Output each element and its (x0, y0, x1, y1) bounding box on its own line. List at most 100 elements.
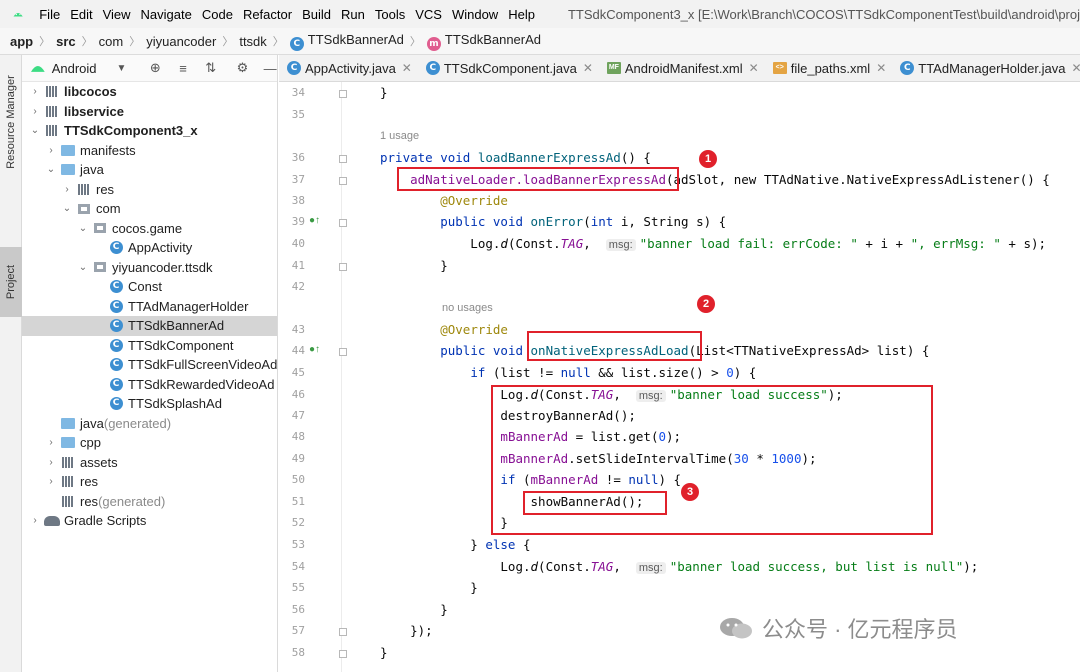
chevron-right-icon[interactable]: › (44, 457, 58, 468)
tree-item[interactable]: C TTSdkRewardedVideoAd (22, 375, 277, 395)
tab-androidmanifest[interactable]: MF AndroidManifest.xml ✕ (599, 55, 765, 81)
menu-navigate[interactable]: Navigate (136, 7, 197, 22)
tab-appactivity[interactable]: C AppActivity.java ✕ (279, 55, 418, 81)
collapse-all-icon[interactable]: ⇅ (204, 60, 218, 76)
fold-marker-icon[interactable] (339, 628, 347, 636)
chevron-right-icon[interactable]: › (44, 476, 58, 487)
breadcrumb-method[interactable]: m TTSdkBannerAd (426, 31, 542, 51)
override-marker-icon[interactable]: ●↑ (309, 344, 320, 355)
code-line: } (380, 645, 388, 660)
android-studio-logo-icon (13, 12, 23, 17)
chevron-down-icon[interactable]: ⌄ (76, 223, 90, 234)
tree-item[interactable]: › libservice (22, 102, 277, 122)
tree-item[interactable]: › res (22, 472, 277, 492)
menu-tools[interactable]: Tools (370, 7, 410, 22)
fold-marker-icon[interactable] (339, 263, 347, 271)
chevron-right-icon[interactable]: › (44, 145, 58, 156)
locate-icon[interactable]: ⊕ (148, 60, 162, 76)
tree-item[interactable]: ⌄ com (22, 199, 277, 219)
tree-item[interactable]: › Gradle Scripts (22, 511, 277, 531)
close-icon[interactable]: ✕ (583, 61, 593, 75)
highlight-box-1 (397, 167, 679, 191)
tree-item[interactable]: C TTSdkFullScreenVideoAd (22, 355, 278, 375)
breadcrumb-yiyuancoder[interactable]: yiyuancoder (146, 34, 216, 49)
expand-all-icon[interactable]: ≡ (176, 61, 190, 76)
tree-item[interactable]: › cpp (22, 433, 277, 453)
close-icon[interactable]: ✕ (402, 61, 412, 75)
chevron-right-icon[interactable]: › (44, 437, 58, 448)
menu-refactor[interactable]: Refactor (238, 7, 297, 22)
fold-marker-icon[interactable] (339, 155, 347, 163)
fold-marker-icon[interactable] (339, 650, 347, 658)
tree-item[interactable]: C TTSdkSplashAd (22, 394, 277, 414)
menu-code[interactable]: Code (197, 7, 238, 22)
tree-item[interactable]: C TTAdManagerHolder (22, 297, 277, 317)
hide-panel-icon[interactable]: — (263, 61, 277, 76)
tree-label: TTSdkFullScreenVideoAd (128, 357, 278, 373)
tree-label: yiyuancoder.ttsdk (112, 259, 213, 275)
code-editor[interactable]: 34 35 36 37 38 39 40 41 42 43 44 45 46 4… (279, 82, 1080, 672)
menu-help[interactable]: Help (503, 7, 540, 22)
usage-hint[interactable]: 1 usage (380, 130, 419, 142)
tree-item[interactable]: C TTSdkComponent (22, 336, 277, 356)
close-icon[interactable]: ✕ (876, 61, 886, 75)
menu-edit[interactable]: Edit (65, 7, 97, 22)
line-number: 40 (291, 237, 305, 250)
tree-item[interactable]: › res (22, 180, 277, 200)
tab-label: file_paths.xml (790, 60, 871, 76)
breadcrumb-app[interactable]: app (10, 34, 33, 49)
chevron-down-icon[interactable]: ⌄ (28, 125, 42, 136)
menu-window[interactable]: Window (447, 7, 503, 22)
fold-marker-icon[interactable] (339, 348, 347, 356)
tree-item[interactable]: java (generated) (22, 414, 277, 434)
line-gutter: 34 35 36 37 38 39 40 41 42 43 44 45 46 4… (279, 82, 341, 672)
tree-item[interactable]: › assets (22, 453, 277, 473)
fold-marker-icon[interactable] (339, 219, 347, 227)
menu-build[interactable]: Build (297, 7, 336, 22)
tab-file-paths[interactable]: <> file_paths.xml ✕ (765, 55, 893, 81)
override-marker-icon[interactable]: ●↑ (309, 215, 320, 226)
breadcrumb-src[interactable]: src (56, 34, 76, 49)
close-icon[interactable]: ✕ (749, 61, 759, 75)
tree-item[interactable]: ⌄ TTSdkComponent3_x (22, 121, 277, 141)
tab-ttsdkcomponent[interactable]: C TTSdkComponent.java ✕ (418, 55, 599, 81)
tree-item[interactable]: C AppActivity (22, 238, 277, 258)
menu-view[interactable]: View (98, 7, 136, 22)
project-tab[interactable]: Project (0, 247, 22, 317)
fold-marker-icon[interactable] (339, 177, 347, 185)
project-view-selector[interactable]: Android (52, 61, 97, 76)
tree-label: assets (80, 454, 118, 470)
res-folder-icon (60, 494, 76, 508)
dropdown-caret-icon[interactable]: ▼ (117, 63, 127, 74)
chevron-down-icon[interactable]: ⌄ (76, 262, 90, 273)
chevron-right-icon[interactable]: › (28, 106, 42, 117)
resource-manager-tab[interactable]: Resource Manager (0, 63, 22, 181)
tree-item[interactable]: ⌄ java (22, 160, 277, 180)
chevron-right-icon[interactable]: › (28, 515, 42, 526)
menu-vcs[interactable]: VCS (410, 7, 447, 22)
menu-run[interactable]: Run (336, 7, 370, 22)
tab-ttadmanagerholder[interactable]: CTTAdManagerHolder.java ✕ (892, 55, 1080, 81)
tree-item[interactable]: › libcocos (22, 82, 277, 102)
chevron-down-icon[interactable]: ⌄ (60, 203, 74, 214)
code-line: }); (380, 623, 433, 638)
tree-item[interactable]: › manifests (22, 141, 277, 161)
gear-icon[interactable]: ⚙ (236, 60, 250, 76)
close-icon[interactable]: ✕ (1071, 61, 1080, 75)
chevron-right-icon[interactable]: › (28, 86, 42, 97)
tree-item[interactable]: res (generated) (22, 492, 277, 512)
breadcrumb-method-label: TTSdkBannerAd (444, 31, 542, 47)
breadcrumb-ttsdk[interactable]: ttsdk (239, 34, 266, 49)
menu-file[interactable]: File (34, 7, 65, 22)
chevron-right-icon: 〉 (272, 36, 284, 48)
fold-marker-icon[interactable] (339, 90, 347, 98)
tree-item-selected[interactable]: C TTSdkBannerAd (22, 316, 277, 336)
breadcrumb-class[interactable]: C TTSdkBannerAd (289, 32, 404, 51)
usage-hint[interactable]: no usages (442, 302, 493, 314)
breadcrumb-com[interactable]: com (99, 34, 124, 49)
chevron-right-icon[interactable]: › (60, 184, 74, 195)
tree-item[interactable]: ⌄ yiyuancoder.ttsdk (22, 258, 277, 278)
tree-item[interactable]: C Const (22, 277, 277, 297)
chevron-down-icon[interactable]: ⌄ (44, 164, 58, 175)
tree-item[interactable]: ⌄ cocos.game (22, 219, 277, 239)
